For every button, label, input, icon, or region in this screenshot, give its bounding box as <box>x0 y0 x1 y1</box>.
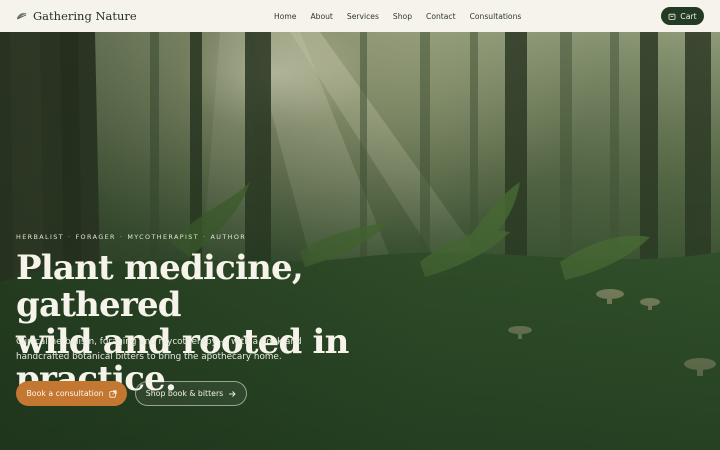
bag-icon <box>668 13 676 20</box>
main-nav: Home About Services Shop Contact Consult… <box>274 0 535 32</box>
nav-item-shop[interactable]: Shop <box>393 12 412 21</box>
book-consultation-label: Book a consultation <box>26 389 104 398</box>
hero-headline: Plant medicine, gathered wild and rooted… <box>16 250 476 398</box>
nav-item-consultations[interactable]: Consultations <box>470 12 522 21</box>
cart-label: Cart <box>680 11 697 21</box>
shop-book-bitters-button[interactable]: Shop book & bitters <box>135 381 247 406</box>
eyebrow-separator: · <box>119 233 124 241</box>
shop-book-bitters-label: Shop book & bitters <box>145 389 224 398</box>
hero-eyebrow: HERBALIST · FORAGER · MYCOTHERAPIST · AUTHOR <box>16 233 246 241</box>
brand[interactable]: Gathering Nature <box>16 9 137 23</box>
site-header: Gathering Nature Home About Services Sho… <box>0 0 720 32</box>
eyebrow-item-mycotherapist: MYCOTHERAPIST <box>127 233 200 241</box>
eyebrow-separator: · <box>68 233 72 241</box>
nav-item-home[interactable]: Home <box>274 12 296 21</box>
external-link-icon <box>108 389 117 398</box>
arrow-right-icon <box>229 390 236 397</box>
eyebrow-item-author: AUTHOR <box>210 233 247 241</box>
nav-item-about[interactable]: About <box>310 12 332 21</box>
hero-section: HERBALIST · FORAGER · MYCOTHERAPIST · AUTHOR P… <box>0 32 720 450</box>
brand-name: Gathering Nature <box>33 9 137 23</box>
cart-button[interactable]: Cart <box>661 7 704 25</box>
nav-item-contact[interactable]: Contact <box>426 12 456 21</box>
eyebrow-item-forager: FORAGER <box>75 233 116 241</box>
hero-subtitle: Clinical herbalism, foraging and mycothe… <box>16 337 302 362</box>
book-consultation-button[interactable]: Book a consultation <box>16 381 127 406</box>
eyebrow-item-herbalist: HERBALIST <box>16 233 65 241</box>
leaf-logo-icon <box>16 13 27 20</box>
nav-item-services[interactable]: Services <box>347 12 379 21</box>
eyebrow-separator: · <box>203 233 207 241</box>
headline-line-1: Plant medicine, gathered <box>16 248 304 325</box>
